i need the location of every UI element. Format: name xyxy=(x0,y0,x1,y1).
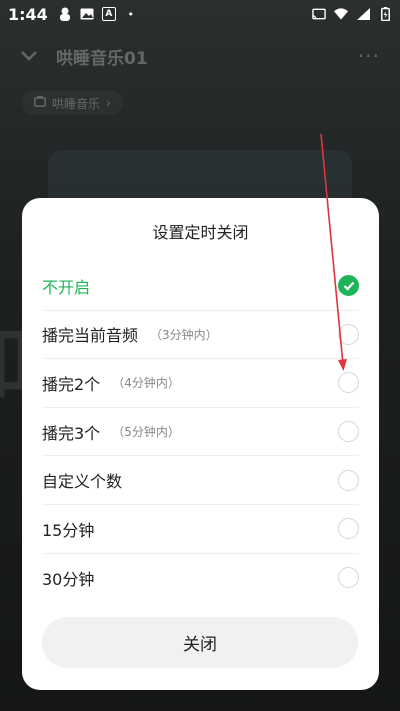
option-30-min[interactable]: 30分钟 xyxy=(42,554,359,603)
wifi-icon xyxy=(334,7,348,21)
option-label: 15分钟 xyxy=(42,520,95,540)
cast-icon xyxy=(312,7,326,21)
more-icon[interactable]: ··· xyxy=(358,44,380,68)
radio-icon[interactable] xyxy=(338,518,359,540)
battery-icon xyxy=(378,7,392,21)
option-finish-current[interactable]: 播完当前音频 （3分钟内） xyxy=(42,311,359,360)
option-15-min[interactable]: 15分钟 xyxy=(42,505,359,554)
playlist-chip[interactable]: 哄睡音乐 › xyxy=(22,91,123,115)
playlist-icon xyxy=(34,96,46,110)
app-a-icon: A xyxy=(101,7,116,21)
option-finish-2[interactable]: 播完2个 （4分钟内） xyxy=(42,359,359,408)
status-time: 1:44 xyxy=(8,4,48,24)
option-sublabel: （5分钟内） xyxy=(112,425,180,440)
radio-icon[interactable] xyxy=(338,469,359,491)
radio-icon[interactable] xyxy=(338,421,359,443)
option-label: 30分钟 xyxy=(42,569,95,589)
option-finish-3[interactable]: 播完3个 （5分钟内） xyxy=(42,408,359,457)
radio-icon[interactable] xyxy=(338,567,359,589)
close-button[interactable]: 关闭 xyxy=(42,617,358,668)
radio-icon[interactable] xyxy=(338,323,359,345)
option-label: 播完2个 xyxy=(42,374,101,394)
option-label: 不开启 xyxy=(42,277,91,297)
radio-icon[interactable] xyxy=(338,372,359,394)
option-custom-count[interactable]: 自定义个数 xyxy=(42,456,359,505)
option-list: 不开启 播完当前音频 （3分钟内） 播完2个 （4分钟内） 播完3个 （5分钟内… xyxy=(42,262,359,602)
image-icon xyxy=(80,7,94,21)
notification-icon xyxy=(58,7,72,21)
option-sublabel: （3分钟内） xyxy=(150,327,218,342)
sleep-timer-dialog: 设置定时关闭 不开启 播完当前音频 （3分钟内） 播完2个 （4分钟内） 播完3… xyxy=(22,198,379,690)
top-bar: 哄睡音乐01 ··· xyxy=(0,38,400,74)
radio-checked-icon[interactable] xyxy=(338,275,359,297)
option-label: 自定义个数 xyxy=(42,472,123,492)
track-title: 哄睡音乐01 xyxy=(56,48,148,69)
option-label: 播完当前音频 xyxy=(42,326,139,346)
chevron-right-icon: › xyxy=(106,96,111,110)
dialog-title: 设置定时关闭 xyxy=(152,223,249,242)
option-label: 播完3个 xyxy=(42,423,101,443)
playlist-label: 哄睡音乐 xyxy=(52,96,101,111)
status-bar: 1:44 A • xyxy=(0,0,400,28)
dot-icon: • xyxy=(127,7,135,21)
signal-icon xyxy=(356,7,370,21)
option-off[interactable]: 不开启 xyxy=(42,262,359,311)
option-sublabel: （4分钟内） xyxy=(112,376,180,391)
chevron-down-icon[interactable] xyxy=(20,47,38,66)
